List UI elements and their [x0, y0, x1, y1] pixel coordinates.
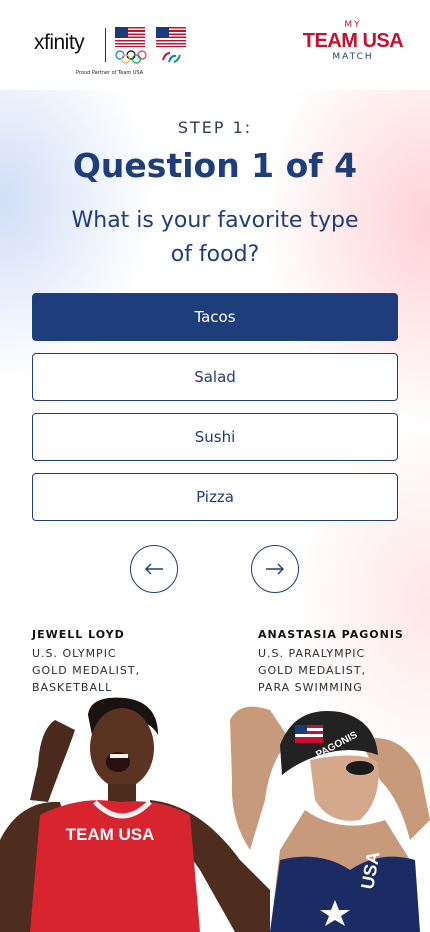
athlete-description: U.S. OLYMPIC GOLD MEDALIST, BASKETBALL — [32, 645, 192, 696]
next-button[interactable] — [251, 545, 299, 593]
athlete-jewell-loyd: JEWELL LOYD U.S. OLYMPIC GOLD MEDALIST, … — [32, 628, 192, 696]
athlete-photo-anastasia-pagonis: PAGONIS USA — [230, 706, 430, 932]
xfinity-logo[interactable]: xfinity — [34, 31, 85, 55]
header: xfinity Proud Partner of Team USA MY TEA… — [0, 0, 430, 90]
athlete-desc-line: PARA SWIMMING — [258, 681, 363, 694]
arrow-right-icon — [266, 563, 284, 575]
question-title: Question 1 of 4 — [72, 146, 358, 185]
olympic-rings-icon — [115, 50, 147, 64]
paralympic-agitos-icon — [162, 52, 181, 63]
athlete-name: JEWELL LOYD — [32, 628, 125, 641]
previous-button[interactable] — [130, 545, 178, 593]
athlete-desc-line: GOLD MEDALIST, — [258, 664, 367, 677]
brand-match: MATCH — [332, 52, 374, 62]
option-tacos[interactable]: Tacos — [32, 293, 398, 341]
athlete-desc-line: U.S. OLYMPIC — [32, 647, 117, 660]
athlete-desc-line: U.S. PARALYMPIC — [258, 647, 366, 660]
step-label: STEP 1: — [177, 118, 253, 137]
athlete-desc-line: GOLD MEDALIST, — [32, 664, 141, 677]
question-text: What is your favorite type of food? — [71, 208, 359, 267]
logo-divider — [105, 28, 106, 62]
athlete-desc-line: BASKETBALL — [32, 681, 113, 694]
option-pizza[interactable]: Pizza — [32, 473, 398, 521]
jersey-text: TEAM USA — [66, 825, 155, 844]
brand-team: TEAM USA — [302, 30, 404, 52]
arrow-left-icon — [145, 563, 163, 575]
option-sushi[interactable]: Sushi — [32, 413, 398, 461]
athlete-anastasia-pagonis: ANASTASIA PAGONIS U.S. PARALYMPIC GOLD M… — [258, 628, 418, 696]
my-team-usa-match-logo[interactable]: MY TEAM USA MATCH — [298, 20, 408, 62]
option-salad[interactable]: Salad — [32, 353, 398, 401]
us-flag-icon — [156, 27, 186, 47]
us-flag-icon — [295, 725, 323, 743]
answer-options: Tacos Salad Sushi Pizza — [32, 293, 398, 533]
partner-text: Proud Partner of Team USA — [76, 70, 144, 76]
us-flag-icon — [115, 27, 145, 47]
brand-my: MY — [344, 20, 362, 30]
athlete-description: U.S. PARALYMPIC GOLD MEDALIST, PARA SWIM… — [258, 645, 418, 696]
athlete-name: ANASTASIA PAGONIS — [258, 628, 404, 641]
